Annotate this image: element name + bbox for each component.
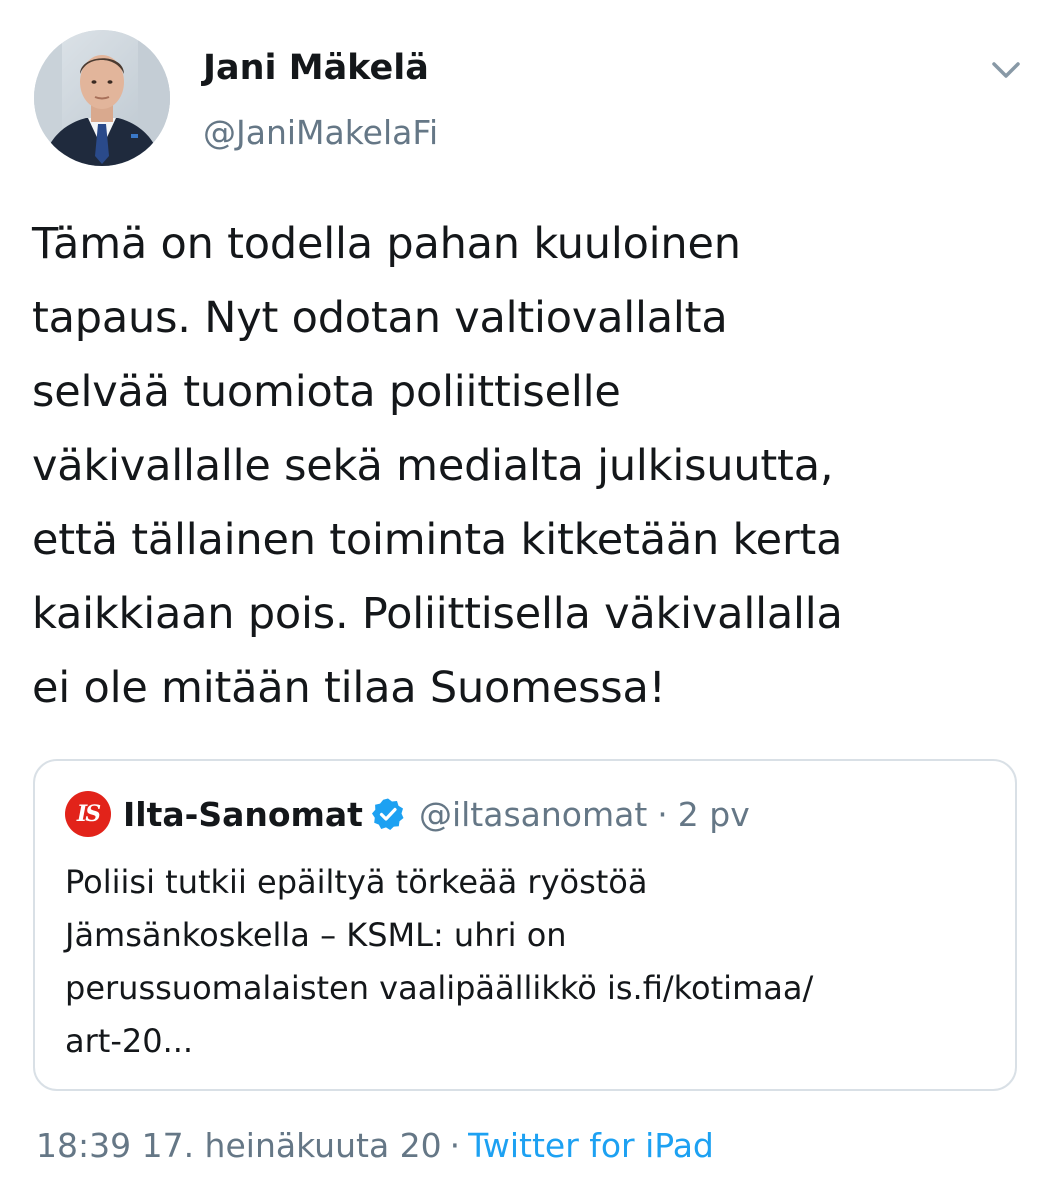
tweet-text-line: ei ole mitään tilaa Suomessa! (32, 663, 666, 713)
quoted-tweet-text: Poliisi tutkii epäiltyä törkeää ryöstöä … (65, 856, 985, 1068)
ilta-sanomat-logo: IS (65, 791, 111, 837)
tweet-source-link[interactable]: Twitter for iPad (468, 1126, 714, 1165)
tweet-footer: 18:39 17. heinäkuuta 20 · Twitter for iPad (36, 1126, 714, 1165)
tweet-text-line: väkivallalle sekä medialta julkisuutta, (32, 441, 834, 491)
quoted-tweet[interactable]: IS Ilta-Sanomat @iltasanomat · 2 pv Poli… (33, 759, 1017, 1091)
tweet-text-line: Tämä on todella pahan kuuloinen (32, 219, 741, 269)
quoted-text-line: perussuomalaisten vaalipäällikkö is.fi/k… (65, 969, 814, 1007)
quoted-text-line: art-20... (65, 1022, 194, 1060)
quoted-text-line: Jämsänkoskella – KSML: uhri on (65, 916, 567, 954)
tweet-timestamp[interactable]: 18:39 17. heinäkuuta 20 (36, 1126, 442, 1165)
avatar[interactable] (34, 30, 170, 166)
tweet-text-line: kaikkiaan pois. Poliittisella väkivallal… (32, 589, 843, 639)
logo-text: IS (76, 801, 101, 827)
quoted-tweet-header: IS Ilta-Sanomat @iltasanomat · 2 pv (65, 791, 750, 837)
author-name[interactable]: Jani Mäkelä (203, 48, 429, 88)
separator-dot: · (449, 1126, 461, 1165)
tweet: Jani Mäkelä @JaniMakelaFi Tämä on todell… (0, 0, 1050, 1200)
chevron-down-icon[interactable] (988, 56, 1024, 84)
verified-badge-icon (371, 798, 404, 830)
quoted-author-handle[interactable]: @iltasanomat (419, 795, 647, 834)
avatar-photo (34, 30, 170, 166)
author-handle[interactable]: @JaniMakelaFi (203, 113, 438, 152)
tweet-text-line: että tällainen toiminta kitketään kerta (32, 515, 843, 565)
tweet-text-line: tapaus. Nyt odotan valtiovallalta (32, 293, 728, 343)
quoted-timestamp[interactable]: 2 pv (678, 795, 750, 834)
tweet-text: Tämä on todella pahan kuuloinen tapaus. … (32, 207, 1022, 725)
quoted-text-line: Poliisi tutkii epäiltyä törkeää ryöstöä (65, 863, 648, 901)
quoted-author-name[interactable]: Ilta-Sanomat (123, 795, 363, 834)
separator-dot: · (657, 794, 668, 834)
tweet-text-line: selvää tuomiota poliittiselle (32, 367, 621, 417)
